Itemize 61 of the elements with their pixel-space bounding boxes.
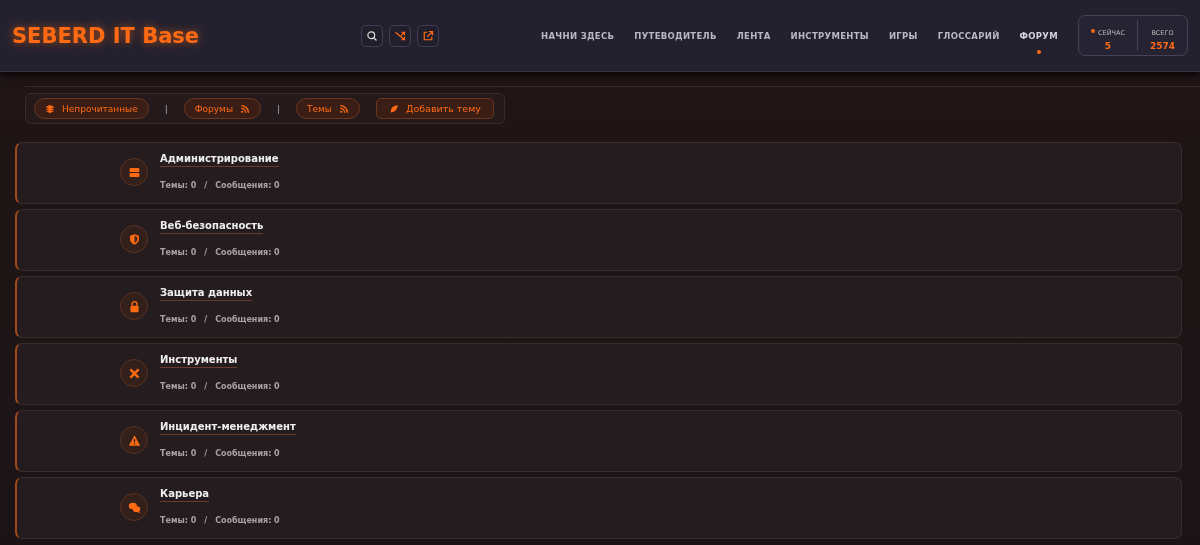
topic-count: Темы: 0 [160, 247, 197, 257]
divider-text: / [204, 381, 208, 391]
nav-link[interactable]: ИГРЫ [878, 15, 928, 56]
feed-button[interactable]: Форумы [183, 98, 261, 119]
forum-card[interactable]: Инцидент-менеджмент Темы: 0 / Сообщения: 0 [15, 410, 1182, 472]
shuffle-icon [394, 29, 406, 42]
stat-value: 5 [1104, 41, 1112, 51]
divider-text: / [204, 247, 208, 257]
forum-card[interactable]: Веб-безопасность Темы: 0 / Сообщения: 0 [15, 209, 1182, 271]
divider-text: / [204, 180, 208, 190]
feather-icon [389, 103, 399, 114]
lock-icon [127, 299, 141, 313]
nav-link[interactable]: ПУТЕВОДИТЕЛЬ [624, 15, 727, 56]
nav-link[interactable]: НАЧНИ ЗДЕСЬ [531, 15, 625, 56]
post-count: Сообщения: 0 [215, 314, 280, 324]
divider-text: / [204, 314, 208, 324]
topic-count: Темы: 0 [160, 314, 197, 324]
post-count: Сообщения: 0 [215, 515, 280, 525]
add-topic-button[interactable]: Добавить тему [376, 98, 494, 119]
nav-link[interactable]: ФОРУМ [1009, 15, 1068, 56]
forum-title-link[interactable]: Инцидент-менеджмент [160, 420, 296, 435]
stat-value: 2574 [1149, 41, 1175, 51]
external-link-icon [422, 29, 434, 42]
shuffle-button[interactable] [389, 24, 411, 47]
feed-button[interactable]: Темы [296, 98, 360, 119]
rss-icon [339, 103, 349, 114]
topic-count: Темы: 0 [160, 180, 197, 190]
external-link-button[interactable] [417, 24, 439, 47]
post-count: Сообщения: 0 [215, 381, 280, 391]
post-count: Сообщения: 0 [215, 180, 280, 190]
rss-icon [240, 103, 250, 114]
separator-text: | [277, 103, 281, 114]
site-logo[interactable]: SEBERD IT Base [12, 23, 361, 48]
divider-text: / [204, 448, 208, 458]
forum-title-link[interactable]: Администрирование [160, 152, 279, 167]
nav-link[interactable]: ИНСТРУМЕНТЫ [780, 15, 879, 56]
server-icon [127, 165, 141, 179]
forum-card[interactable]: Защита данных Темы: 0 / Сообщения: 0 [15, 276, 1182, 338]
shield-icon [127, 232, 141, 246]
chat-icon [127, 500, 141, 514]
warning-icon [127, 433, 141, 447]
forum-card[interactable]: Администрирование Темы: 0 / Сообщения: 0 [15, 142, 1182, 204]
topic-count: Темы: 0 [160, 381, 197, 391]
topic-count: Темы: 0 [160, 448, 197, 458]
forum-title-link[interactable]: Карьера [160, 487, 210, 502]
layers-icon [45, 103, 55, 114]
topic-count: Темы: 0 [160, 515, 197, 525]
forum-title-link[interactable]: Инструменты [160, 353, 238, 368]
unread-button[interactable]: Непрочитанные [34, 98, 149, 119]
search-button[interactable] [361, 24, 383, 47]
forum-title-link[interactable]: Защита данных [160, 286, 253, 301]
post-count: Сообщения: 0 [215, 448, 280, 458]
search-icon [366, 29, 378, 42]
forum-card[interactable]: Инструменты Темы: 0 / Сообщения: 0 [15, 343, 1182, 405]
divider-text: / [204, 515, 208, 525]
nav-link[interactable]: ГЛОССАРИЙ [927, 15, 1010, 56]
post-count: Сообщения: 0 [215, 247, 280, 257]
forum-card[interactable]: Карьера Темы: 0 / Сообщения: 0 [15, 477, 1182, 539]
forum-title-link[interactable]: Веб-безопасность [160, 219, 264, 234]
nav-link[interactable]: ЛЕНТА [726, 15, 781, 56]
separator-text: | [164, 103, 168, 114]
